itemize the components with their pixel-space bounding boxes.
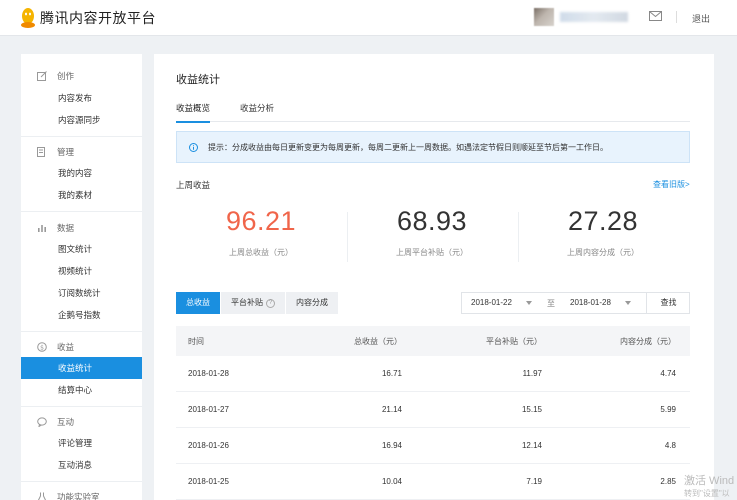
date-range-picker: 2018-01-22 至 2018-01-28 查找 bbox=[461, 292, 690, 314]
column-header: 总收益（元） bbox=[354, 336, 402, 346]
sidebar-item-my-content[interactable]: 我的内容 bbox=[21, 162, 142, 184]
sidebar-item-video-stats[interactable]: 视频统计 bbox=[21, 260, 142, 282]
end-date-input[interactable]: 2018-01-28 bbox=[570, 298, 611, 307]
divider bbox=[21, 481, 142, 482]
stat-label: 上周总收益（元） bbox=[229, 248, 293, 257]
date-separator: 至 bbox=[547, 299, 555, 308]
bar-chart-icon bbox=[38, 225, 46, 232]
table-row: 2018-01-25 10.04 7.19 2.85 bbox=[176, 464, 690, 500]
document-icon bbox=[37, 147, 45, 157]
sidebar-group-income: $ 收益 bbox=[21, 337, 142, 357]
filter-button-group: 总收益 平台补贴? 内容分成 bbox=[176, 292, 339, 314]
sidebar-group-manage: 管理 bbox=[21, 142, 142, 162]
column-header: 内容分成（元） bbox=[620, 336, 676, 346]
sidebar-item-settlement[interactable]: 结算中心 bbox=[21, 379, 142, 401]
sidebar-group-lab: 功能实验室 bbox=[21, 487, 142, 500]
sidebar-item-source-sync[interactable]: 内容源同步 bbox=[21, 109, 142, 131]
divider bbox=[21, 331, 142, 332]
chat-bubble-icon bbox=[37, 417, 47, 427]
sidebar-item-comment-manage[interactable]: 评论管理 bbox=[21, 432, 142, 454]
stat-platform-subsidy: 68.93 上周平台补贴（元） bbox=[347, 206, 517, 258]
table-row: 2018-01-26 16.94 12.14 4.8 bbox=[176, 428, 690, 464]
main-panel: 收益统计 收益概览 收益分析 提示：分成收益由每日更新变更为每周更新，每周二更新… bbox=[154, 54, 714, 500]
section-label: 上周收益 bbox=[176, 180, 211, 190]
sidebar-item-income-stats[interactable]: 收益统计 bbox=[21, 357, 142, 379]
start-date-input[interactable]: 2018-01-22 bbox=[471, 298, 512, 307]
stat-value: 96.21 bbox=[225, 206, 297, 236]
column-header: 时间 bbox=[188, 336, 204, 346]
table-header: 时间 总收益（元） 平台补贴（元） 内容分成（元） bbox=[176, 326, 690, 356]
chevron-down-icon[interactable] bbox=[625, 301, 631, 305]
flask-icon bbox=[37, 492, 47, 500]
sidebar-item-interaction-messages[interactable]: 互动消息 bbox=[21, 454, 142, 476]
sidebar-group-create: 创作 bbox=[21, 66, 142, 86]
stat-value: 68.93 bbox=[396, 206, 468, 236]
search-button[interactable]: 查找 bbox=[646, 293, 690, 313]
income-table: 时间 总收益（元） 平台补贴（元） 内容分成（元） 2018-01-28 16.… bbox=[176, 326, 690, 500]
coin-icon: $ bbox=[37, 342, 47, 352]
info-icon bbox=[189, 142, 198, 152]
activation-watermark: 激活 Wind bbox=[684, 475, 735, 487]
logout-link[interactable]: 退出 bbox=[692, 12, 710, 25]
tab-income-overview[interactable]: 收益概览 bbox=[176, 102, 211, 123]
edit-icon bbox=[37, 71, 47, 81]
stat-value: 27.28 bbox=[567, 206, 639, 236]
logo[interactable]: 腾讯内容开放平台 bbox=[20, 7, 156, 29]
page-title: 收益统计 bbox=[176, 74, 220, 86]
table-row: 2018-01-27 21.14 15.15 5.99 bbox=[176, 392, 690, 428]
sidebar-item-penguin-index[interactable]: 企鹅号指数 bbox=[21, 304, 142, 326]
avatar[interactable] bbox=[534, 8, 554, 26]
app-title: 腾讯内容开放平台 bbox=[40, 10, 156, 26]
stat-label: 上周平台补贴（元） bbox=[396, 248, 468, 257]
stat-label: 上周内容分成（元） bbox=[567, 248, 639, 257]
sidebar-item-article-stats[interactable]: 图文统计 bbox=[21, 238, 142, 260]
divider bbox=[21, 406, 142, 407]
table-row: 2018-01-28 16.71 11.97 4.74 bbox=[176, 356, 690, 392]
mail-icon[interactable] bbox=[649, 11, 662, 21]
sidebar-item-subscription-stats[interactable]: 订阅数统计 bbox=[21, 282, 142, 304]
chevron-down-icon[interactable] bbox=[526, 301, 532, 305]
stat-total-income: 96.21 上周总收益（元） bbox=[176, 206, 346, 258]
svg-text:$: $ bbox=[40, 344, 44, 351]
filter-content-share-button[interactable]: 内容分成 bbox=[286, 292, 339, 314]
notice-text: 提示：分成收益由每日更新变更为每周更新，每周二更新上一周数据。如遇法定节假日则顺… bbox=[208, 142, 608, 152]
help-icon[interactable]: ? bbox=[266, 298, 275, 308]
divider bbox=[21, 136, 142, 137]
tab-income-analysis[interactable]: 收益分析 bbox=[240, 102, 274, 121]
divider bbox=[21, 211, 142, 212]
tab-bar: 收益概览 收益分析 bbox=[176, 100, 690, 123]
sidebar-item-content-publish[interactable]: 内容发布 bbox=[21, 87, 142, 109]
view-old-version-link[interactable]: 查看旧版> bbox=[653, 179, 690, 190]
penguin-logo-icon bbox=[21, 8, 35, 28]
top-bar: 腾讯内容开放平台 退出 bbox=[0, 0, 737, 36]
sidebar-group-data: 数据 bbox=[21, 218, 142, 238]
activation-watermark-subtext: 转到"设置"以 bbox=[684, 489, 730, 498]
sidebar: 创作 内容发布 内容源同步 管理 我的内容 我的素材 数据 图文统计 视频统计 … bbox=[21, 54, 142, 500]
filter-total-income-button[interactable]: 总收益 bbox=[176, 292, 221, 314]
sidebar-item-my-materials[interactable]: 我的素材 bbox=[21, 184, 142, 206]
filter-platform-subsidy-button[interactable]: 平台补贴? bbox=[221, 292, 286, 314]
user-name-blurred bbox=[560, 12, 628, 22]
stat-content-share: 27.28 上周内容分成（元） bbox=[518, 206, 688, 258]
notice-banner: 提示：分成收益由每日更新变更为每周更新，每周二更新上一周数据。如遇法定节假日则顺… bbox=[176, 131, 690, 163]
divider bbox=[676, 11, 677, 23]
column-header: 平台补贴（元） bbox=[486, 336, 542, 346]
user-profile[interactable] bbox=[534, 8, 630, 26]
sidebar-group-interaction: 互动 bbox=[21, 412, 142, 432]
